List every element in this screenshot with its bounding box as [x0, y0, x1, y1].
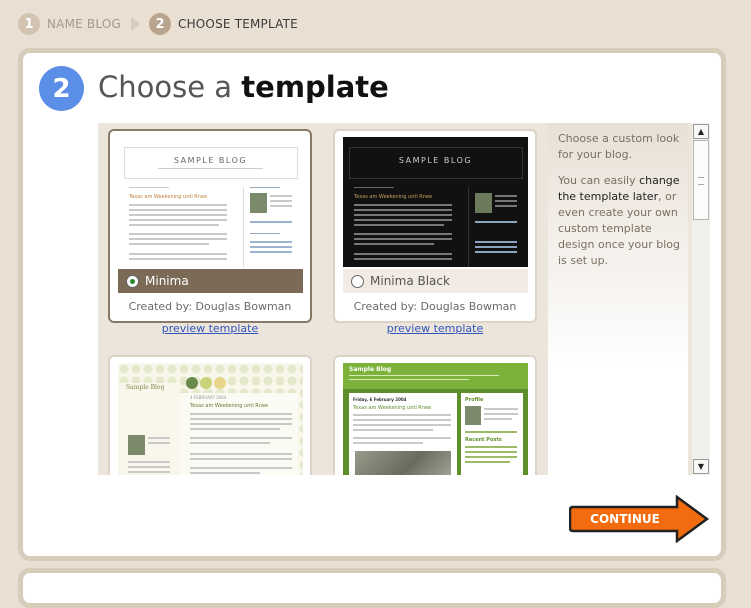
template-credit: Created by: Douglas Bowman — [353, 300, 517, 313]
template-info-text: Choose a custom look for your blog. You … — [558, 131, 683, 269]
vertical-scrollbar[interactable]: ▲ ▼ — [692, 123, 710, 475]
step-1-label: NAME BLOG — [47, 17, 121, 31]
template-chooser: SAMPLE BLOG Texas am Weekening unti Rnee — [98, 123, 710, 475]
radio-button[interactable] — [126, 274, 139, 288]
scroll-down-icon[interactable]: ▼ — [693, 459, 709, 474]
step-2-number: 2 — [148, 13, 171, 35]
continue-button[interactable]: CONTINUE — [569, 495, 711, 543]
template-card-minima-black[interactable]: SAMPLE BLOG Texas am Weekening unti Rnee — [333, 129, 537, 323]
template-radio-minima-black[interactable]: Minima Black — [343, 269, 528, 293]
template-thumbnail-minima-black: SAMPLE BLOG Texas am Weekening unti Rnee — [343, 137, 528, 267]
template-credit: Created by: Douglas Bowman — [128, 300, 292, 313]
template-radio-minima[interactable]: Minima — [118, 269, 303, 293]
scrollbar-thumb[interactable] — [693, 140, 709, 220]
template-thumbnail-green: Sample Blog Friday, 6 February 2004 Texa… — [343, 363, 528, 475]
template-card-dots[interactable]: Sample Blog 4 FEBRUARY 2004 Texas am Wee… — [108, 355, 312, 475]
template-thumbnail-minima: SAMPLE BLOG Texas am Weekening unti Rnee — [118, 137, 303, 267]
step-arrow-icon — [130, 17, 140, 31]
step-1-number: 1 — [18, 13, 40, 35]
step-breadcrumb: 1 NAME BLOG 2 CHOOSE TEMPLATE — [18, 11, 298, 37]
next-panel — [18, 568, 726, 608]
template-card-minima[interactable]: SAMPLE BLOG Texas am Weekening unti Rnee — [108, 129, 312, 323]
preview-template-link-minima[interactable]: preview template — [110, 322, 310, 335]
template-name: Minima — [145, 274, 189, 288]
continue-label: CONTINUE — [590, 512, 660, 526]
template-card-green[interactable]: Sample Blog Friday, 6 February 2004 Texa… — [333, 355, 537, 475]
radio-button[interactable] — [351, 274, 364, 288]
scroll-up-icon[interactable]: ▲ — [693, 124, 709, 139]
title-prefix: Choose a — [98, 70, 233, 104]
main-panel: 2 Choose a template SAMPLE BLOG Texas am… — [18, 48, 726, 561]
section-number-badge: 2 — [39, 66, 84, 111]
title-bold: template — [241, 70, 389, 104]
info-body: You can easily change the template later… — [558, 174, 680, 267]
page-title: Choose a template — [98, 70, 389, 104]
template-thumbnail-dots: Sample Blog 4 FEBRUARY 2004 Texas am Wee… — [118, 363, 303, 475]
info-intro: Choose a custom look for your blog. — [558, 132, 680, 161]
template-name: Minima Black — [370, 274, 450, 288]
step-2-label: CHOOSE TEMPLATE — [177, 17, 298, 31]
preview-template-link-minima-black[interactable]: preview template — [335, 322, 535, 335]
